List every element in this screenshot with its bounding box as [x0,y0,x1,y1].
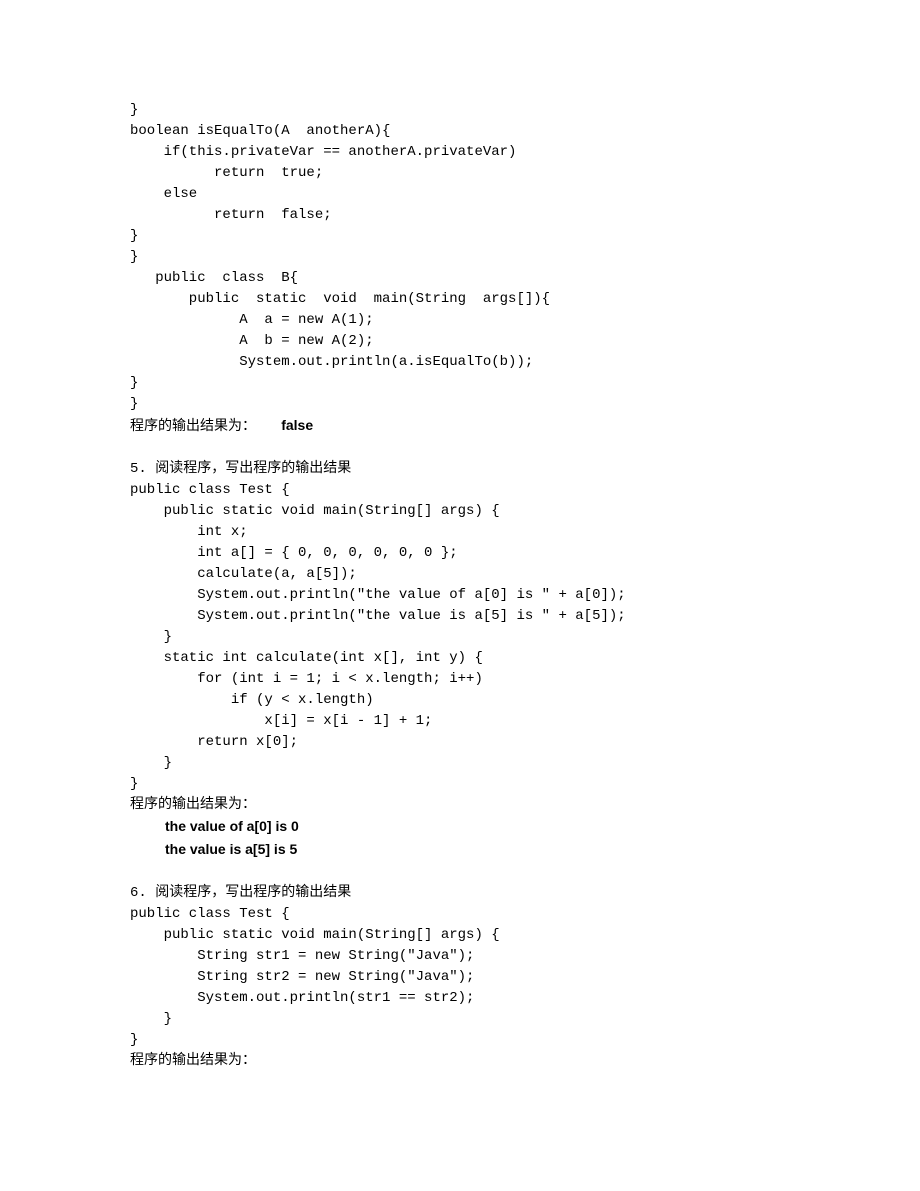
code-line: for (int i = 1; i < x.length; i++) [130,669,790,690]
code-line: } [130,247,790,268]
code-line: public static void main(String args[]){ [130,289,790,310]
code-line: System.out.println(str1 == str2); [130,988,790,1009]
code-line: System.out.println(a.isEqualTo(b)); [130,352,790,373]
code-line: } [130,1009,790,1030]
result-value: the value of a[0] is 0 [130,816,299,837]
code-line: String str2 = new String("Java"); [130,967,790,988]
code-line: A b = new A(2); [130,331,790,352]
code-block-6: public class Test { public static void m… [130,904,790,1051]
result-value: the value is a[5] is 5 [130,839,297,860]
code-line: } [130,394,790,415]
code-line: return x[0]; [130,732,790,753]
spacer [130,438,790,459]
code-line: return false; [130,205,790,226]
code-line: A a = new A(1); [130,310,790,331]
result-value: false [281,417,313,433]
question-5-title: 5. 阅读程序，写出程序的输出结果 [130,459,790,480]
result-line-5b: the value is a[5] is 5 [130,839,790,862]
code-line: public static void main(String[] args) { [130,501,790,522]
code-line: calculate(a, a[5]); [130,564,790,585]
spacer [130,862,790,883]
code-line: return true; [130,163,790,184]
result-line-5a: the value of a[0] is 0 [130,816,790,839]
code-line: } [130,1030,790,1051]
code-line: System.out.println("the value is a[5] is… [130,606,790,627]
question-6-title: 6. 阅读程序，写出程序的输出结果 [130,883,790,904]
code-line: } [130,226,790,247]
code-line: } [130,627,790,648]
code-block-4: } boolean isEqualTo(A anotherA){ if(this… [130,100,790,415]
result-label: 程序的输出结果为： [130,419,281,435]
code-line: } [130,100,790,121]
code-line: System.out.println("the value of a[0] is… [130,585,790,606]
code-line: } [130,774,790,795]
code-line: } [130,373,790,394]
code-line: static int calculate(int x[], int y) { [130,648,790,669]
code-block-5: public class Test { public static void m… [130,480,790,795]
code-line: x[i] = x[i - 1] + 1; [130,711,790,732]
code-line: public class B{ [130,268,790,289]
code-line: String str1 = new String("Java"); [130,946,790,967]
document-page: } boolean isEqualTo(A anotherA){ if(this… [0,0,920,1191]
result-label-6: 程序的输出结果为： [130,1051,790,1072]
code-line: } [130,753,790,774]
code-line: if(this.privateVar == anotherA.privateVa… [130,142,790,163]
code-line: int a[] = { 0, 0, 0, 0, 0, 0 }; [130,543,790,564]
code-line: public class Test { [130,480,790,501]
result-line-4: 程序的输出结果为： false [130,415,790,438]
code-line: else [130,184,790,205]
result-label-5: 程序的输出结果为： [130,795,790,816]
code-line: if (y < x.length) [130,690,790,711]
code-line: boolean isEqualTo(A anotherA){ [130,121,790,142]
code-line: int x; [130,522,790,543]
code-line: public class Test { [130,904,790,925]
code-line: public static void main(String[] args) { [130,925,790,946]
